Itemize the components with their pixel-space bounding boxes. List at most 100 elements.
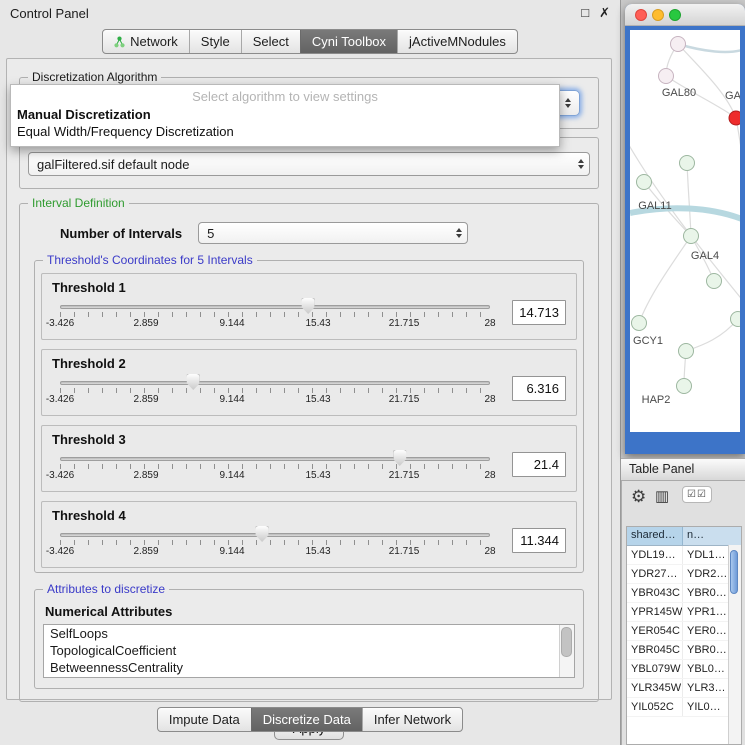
table-data-combobox-value: galFiltered.sif default node	[37, 157, 572, 172]
popup-option-equal-width-frequency-discretization[interactable]: Equal Width/Frequency Discretization	[11, 123, 559, 140]
slider-scale-label: 2.859	[133, 394, 158, 405]
tab-discretize-data[interactable]: Discretize Data	[251, 708, 362, 731]
combobox-stepper-icon	[572, 153, 589, 175]
slider-ticks	[60, 388, 490, 393]
table-row[interactable]: YIL052CYIL0…	[627, 698, 741, 717]
cell-shared-name: YBR043C	[627, 584, 683, 602]
algorithm-dropdown-popup: Select algorithm to view settings Manual…	[10, 84, 560, 147]
threshold-panel: Threshold 2 -3.4262.8599.14415.4321.7152…	[41, 349, 577, 416]
table-row[interactable]: YDR27…YDR2…	[627, 565, 741, 584]
tab-network[interactable]: Network	[103, 30, 189, 53]
table-scrollbar[interactable]	[728, 545, 741, 744]
cyni-toolbox-panel: Discretization Algorithm Table Data galF…	[6, 58, 612, 700]
threshold-value-field[interactable]: 21.4	[512, 452, 566, 477]
table-row[interactable]: YBR043CYBR0…	[627, 584, 741, 603]
attribute-item-betweennesscentrality[interactable]: BetweennessCentrality	[44, 659, 574, 676]
algorithm-popup-prompt: Select algorithm to view settings	[11, 85, 559, 106]
attribute-item-selfloops[interactable]: SelfLoops	[44, 625, 574, 642]
slider-scale-label: 9.144	[219, 546, 244, 557]
network-node-label: GAL11	[638, 200, 671, 212]
tab-impute-data[interactable]: Impute Data	[158, 708, 251, 731]
checkbox-group-icon[interactable]: ☑☑	[682, 486, 712, 503]
network-node-gal80[interactable]	[658, 68, 674, 84]
threshold-value-field[interactable]: 6.316	[512, 376, 566, 401]
network-node[interactable]	[678, 343, 694, 359]
slider-scale-label: 2.859	[133, 470, 158, 481]
number-of-intervals-combobox[interactable]: 5	[198, 222, 468, 244]
attributes-list[interactable]: SelfLoopsTopologicalCoefficientBetweenne…	[43, 624, 575, 678]
slider-scale-label: 28	[484, 470, 495, 481]
network-node[interactable]	[679, 155, 695, 171]
network-node-gal4[interactable]	[683, 228, 699, 244]
threshold-label: Threshold 2	[52, 356, 568, 371]
tab-infer-network[interactable]: Infer Network	[362, 708, 462, 731]
network-node-label: GCY1	[633, 335, 663, 347]
attributes-list-scroll-thumb[interactable]	[561, 627, 572, 657]
gear-icon[interactable]: ⚙	[631, 488, 646, 505]
network-node[interactable]	[670, 36, 686, 52]
threshold-slider[interactable]: -3.4262.8599.14415.4321.71528	[50, 371, 500, 413]
application-root: Control Panel □ ✗ NetworkStyleSelectCyni…	[0, 0, 745, 745]
popup-option-manual-discretization[interactable]: Manual Discretization	[11, 106, 559, 123]
thresholds-container: Threshold 1 -3.4262.8599.14415.4321.7152…	[35, 273, 583, 568]
threshold-slider[interactable]: -3.4262.8599.14415.4321.71528	[50, 295, 500, 337]
table-row[interactable]: YBR045CYBR0…	[627, 641, 741, 660]
slider-scale-label: 9.144	[219, 470, 244, 481]
tab-style[interactable]: Style	[189, 30, 241, 53]
threshold-slider[interactable]: -3.4262.8599.14415.4321.71528	[50, 447, 500, 489]
slider-track	[60, 457, 490, 461]
table-row[interactable]: YBL079WYBL0…	[627, 660, 741, 679]
network-node[interactable]	[730, 311, 740, 327]
cell-shared-name: YDR27…	[627, 565, 683, 583]
network-node-label: GAL4	[691, 250, 719, 262]
slider-scale: -3.4262.8599.14415.4321.71528	[50, 394, 500, 408]
network-node-hap2[interactable]	[676, 378, 692, 394]
network-node-ga[interactable]	[729, 111, 741, 126]
table-toolbar: ⚙ ▥ ☑☑	[622, 481, 745, 523]
attributes-list-scrollbar[interactable]	[559, 625, 574, 677]
network-node-label: HAP2	[642, 394, 671, 406]
threshold-slider[interactable]: -3.4262.8599.14415.4321.71528	[50, 523, 500, 565]
control-panel: Control Panel □ ✗ NetworkStyleSelectCyni…	[0, 0, 621, 745]
algorithm-group-title: Discretization Algorithm	[28, 70, 161, 84]
column-header-shared[interactable]: shared…	[627, 527, 683, 545]
number-of-intervals-label: Number of Intervals	[60, 226, 182, 241]
tab-cyni-toolbox[interactable]: Cyni Toolbox	[300, 30, 397, 53]
network-node[interactable]	[706, 273, 722, 289]
slider-scale-label: -3.426	[46, 394, 74, 405]
column-header-n[interactable]: n…	[683, 527, 741, 545]
network-node-gcy1[interactable]	[631, 315, 647, 331]
mac-close-button[interactable]	[635, 9, 647, 21]
slider-ticks	[60, 312, 490, 317]
slider-scale-label: -3.426	[46, 470, 74, 481]
table-scroll-thumb[interactable]	[730, 550, 738, 594]
slider-scale-label: 21.715	[389, 318, 420, 329]
slider-ticks	[60, 464, 490, 469]
columns-icon[interactable]: ▥	[655, 489, 669, 504]
threshold-value-field[interactable]: 14.713	[512, 300, 566, 325]
slider-scale-label: 2.859	[133, 546, 158, 557]
mac-zoom-button[interactable]	[669, 9, 681, 21]
table-row[interactable]: YLR345WYLR3…	[627, 679, 741, 698]
tab-select[interactable]: Select	[241, 30, 300, 53]
network-canvas[interactable]: GAL80GAGAL11GAL4GCY1HAP2	[630, 30, 740, 432]
threshold-value-field[interactable]: 11.344	[512, 528, 566, 553]
control-panel-title: Control Panel	[10, 6, 581, 21]
table-header-row: shared…n…	[627, 527, 741, 546]
attribute-item-topologicalcoefficient[interactable]: TopologicalCoefficient	[44, 642, 574, 659]
table-row[interactable]: YER054CYER0…	[627, 622, 741, 641]
slider-scale-label: 15.43	[305, 394, 330, 405]
table-row[interactable]: YPR145WYPR1…	[627, 603, 741, 622]
algorithm-popup-options: Manual DiscretizationEqual Width/Frequen…	[11, 106, 559, 140]
table-row[interactable]: YDL19…YDL1…	[627, 546, 741, 565]
tab-label: Infer Network	[374, 712, 451, 727]
float-window-icon[interactable]: □	[581, 5, 589, 21]
slider-track	[60, 533, 490, 537]
table-data-combobox[interactable]: galFiltered.sif default node	[28, 152, 590, 176]
network-node-gal11[interactable]	[636, 174, 652, 190]
slider-ticks	[60, 540, 490, 545]
tab-jactivemnodules[interactable]: jActiveMNodules	[397, 30, 517, 53]
combobox-stepper-icon	[559, 91, 576, 115]
close-icon[interactable]: ✗	[599, 5, 610, 21]
mac-minimize-button[interactable]	[652, 9, 664, 21]
